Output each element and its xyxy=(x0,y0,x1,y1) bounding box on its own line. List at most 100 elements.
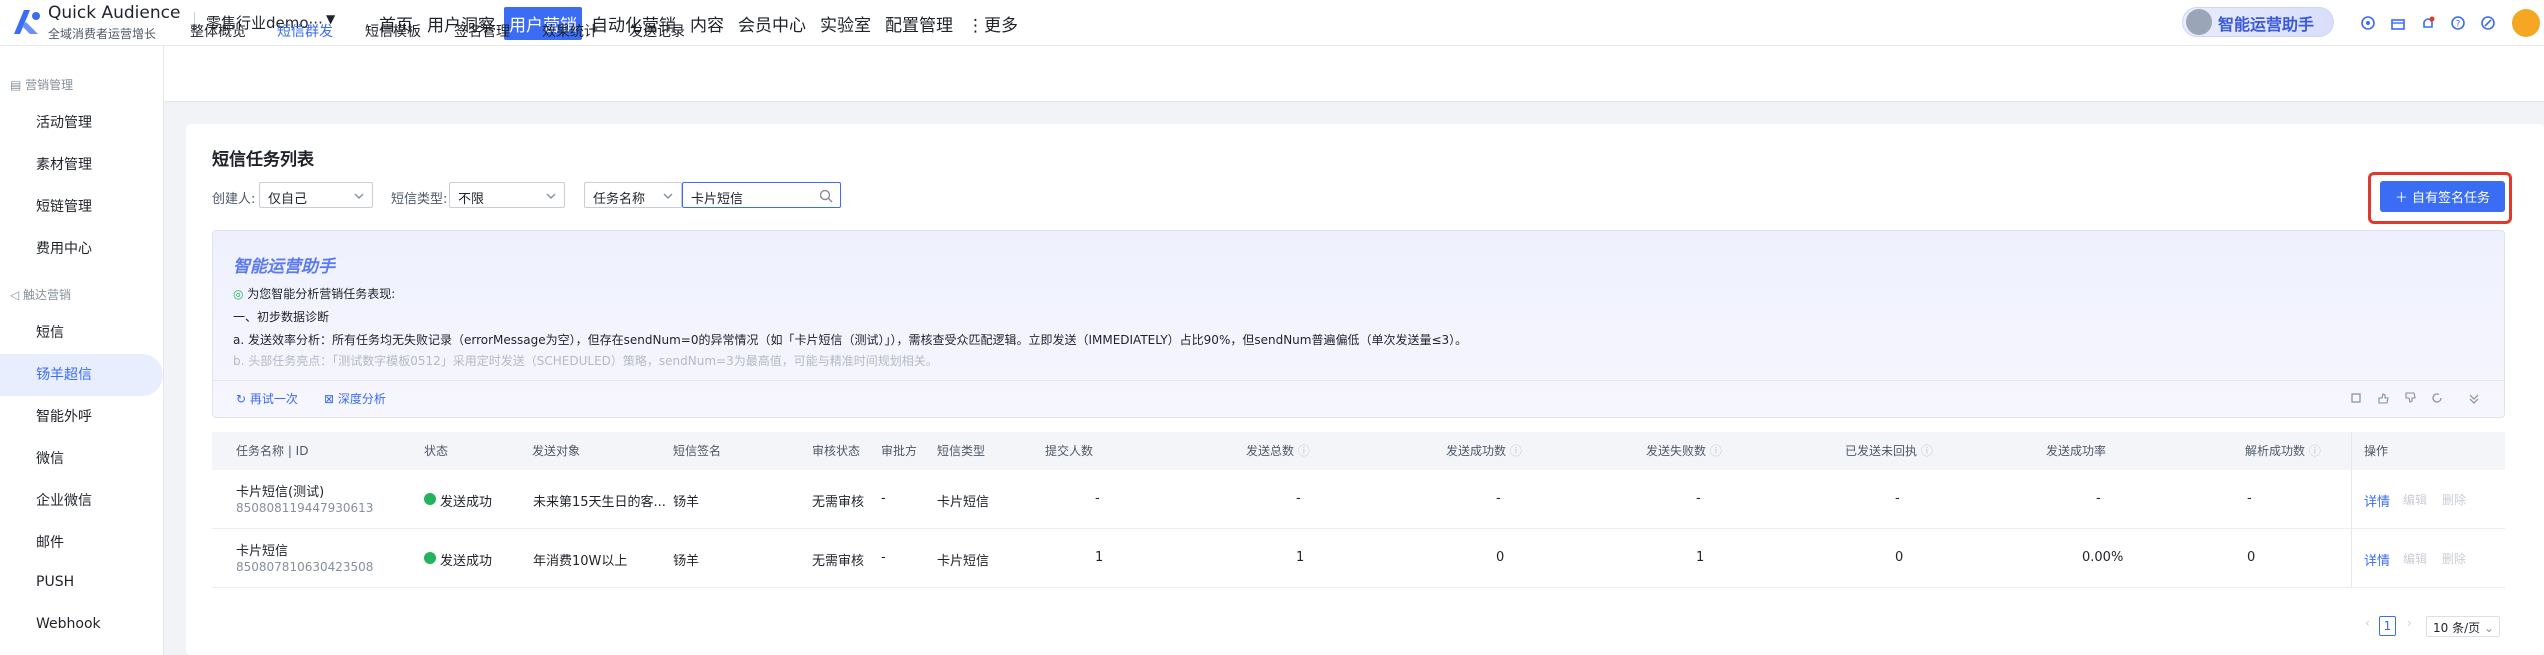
refresh-icon: ↻ xyxy=(236,392,250,406)
col-type: 短信类型 xyxy=(937,444,986,458)
quick-audience-logo[interactable] xyxy=(8,4,46,38)
parsed-count: 0 xyxy=(2247,550,2256,565)
nav-item-member[interactable]: 会员中心 xyxy=(733,7,811,40)
no-receipt-count: 0 xyxy=(1895,550,1904,565)
ai-divider xyxy=(213,380,2504,381)
prev-page-button[interactable]: ‹ xyxy=(2365,616,2370,630)
task-name[interactable]: 卡片短信(测试) xyxy=(236,481,324,500)
svg-text:?: ? xyxy=(2456,20,2461,30)
thumbs-down-icon[interactable] xyxy=(2403,391,2417,405)
success-rate: 0.00% xyxy=(2082,550,2124,565)
check-circle-icon: ◎ xyxy=(233,287,248,301)
total-count: 1 xyxy=(1296,550,1305,565)
page-number[interactable]: 1 xyxy=(2379,616,2396,636)
sidebar-item-push[interactable]: PUSH xyxy=(36,574,74,590)
app-subtitle: 全域消费者运营增长 xyxy=(48,27,157,41)
tab-send-records[interactable]: 发送记录 xyxy=(629,21,685,41)
search-input[interactable]: 卡片短信 xyxy=(682,182,841,208)
thumbs-up-icon[interactable] xyxy=(2376,391,2390,405)
nav-item-lab[interactable]: 实验室 xyxy=(815,7,876,40)
retry-button[interactable]: ↻ 再试一次 xyxy=(236,390,298,407)
collapse-icon[interactable] xyxy=(2467,391,2481,405)
approver-text: - xyxy=(881,550,886,565)
sidebar-item-wechat[interactable]: 微信 xyxy=(36,448,64,468)
info-icon: ⓘ xyxy=(2305,444,2321,458)
target-text: 年消费10W以上 xyxy=(533,554,628,569)
type-select[interactable]: 不限 xyxy=(449,182,565,208)
success-count: 0 xyxy=(1496,550,1505,565)
task-id: 850808119447930613 xyxy=(236,501,374,515)
chevron-down-icon xyxy=(546,193,556,199)
delete-link[interactable]: 删除 xyxy=(2442,491,2466,508)
sidebar-item-webhook[interactable]: Webhook xyxy=(36,616,101,632)
sidebar-item-activity[interactable]: 活动管理 xyxy=(36,112,92,132)
gift-icon[interactable] xyxy=(2388,13,2408,33)
status-text: 发送成功 xyxy=(440,495,493,510)
search-value: 卡片短信 xyxy=(691,192,744,207)
edit-link[interactable]: 编辑 xyxy=(2403,550,2427,567)
type-text: 卡片短信 xyxy=(937,495,990,510)
bell-icon[interactable] xyxy=(2418,13,2438,33)
tab-sms-broadcast[interactable]: 短信群发 xyxy=(277,21,333,41)
help-icon[interactable]: ? xyxy=(2448,13,2468,33)
no-receipt-count: - xyxy=(1895,491,1900,506)
search-field-select[interactable]: 任务名称 xyxy=(584,182,682,208)
edit-link[interactable]: 编辑 xyxy=(2403,491,2427,508)
ai-line-b: b. 头部任务亮点：「测试数字模板0512」采用定时发送（SCHEDULED）策… xyxy=(233,354,938,368)
success-count: - xyxy=(1496,491,1501,506)
parsed-count: - xyxy=(2247,491,2252,506)
tab-overview[interactable]: 整体概览 xyxy=(190,21,246,41)
failed-count: - xyxy=(1696,491,1701,506)
creator-label: 创建人: xyxy=(212,192,256,207)
nav-item-content[interactable]: 内容 xyxy=(685,7,729,40)
creator-value: 仅自己 xyxy=(268,192,308,207)
search-field-value: 任务名称 xyxy=(593,192,646,207)
sidebar-item-super-sms[interactable]: 钖羊超信 xyxy=(36,364,92,384)
search-icon[interactable] xyxy=(818,188,834,204)
sidebar-item-wecom[interactable]: 企业微信 xyxy=(36,490,92,510)
col-status: 状态 xyxy=(424,444,449,458)
tab-signature[interactable]: 签名管理 xyxy=(454,21,510,41)
nav-item-more[interactable]: ⋮更多 xyxy=(962,7,1023,40)
sidebar-item-sms[interactable]: 短信 xyxy=(36,322,64,342)
ai-line-a: a. 发送效率分析：所有任务均无失败记录（errorMessage为空），但存在… xyxy=(233,333,1468,347)
next-page-button[interactable]: › xyxy=(2407,616,2412,630)
tab-effect-stats[interactable]: 效果统计 xyxy=(542,21,598,41)
creator-select[interactable]: 仅自己 xyxy=(259,182,373,208)
page-size-select[interactable]: 10 条/页 ⌄ xyxy=(2426,616,2500,637)
chevron-down-icon xyxy=(354,193,364,199)
task-name[interactable]: 卡片短信 xyxy=(236,540,288,559)
submitted-count: 1 xyxy=(1095,550,1104,565)
col-failed: 发送失败数 ⓘ xyxy=(1646,444,1722,458)
folder-icon: ▤ xyxy=(10,78,26,92)
add-own-signature-task-button[interactable]: ＋ 自有签名任务 xyxy=(2380,181,2505,212)
col-signature: 短信签名 xyxy=(673,444,722,458)
user-avatar[interactable] xyxy=(2512,9,2540,37)
info-icon: ⓘ xyxy=(1506,444,1522,458)
detail-link[interactable]: 详情 xyxy=(2364,491,2390,510)
sidebar-item-shortlink[interactable]: 短链管理 xyxy=(36,196,92,216)
type-text: 卡片短信 xyxy=(937,554,990,569)
sidebar-item-cost[interactable]: 费用中心 xyxy=(36,238,92,258)
delete-link[interactable]: 删除 xyxy=(2442,550,2466,567)
detail-link[interactable]: 详情 xyxy=(2364,550,2390,569)
nav-item-config[interactable]: 配置管理 xyxy=(880,7,958,40)
total-count: - xyxy=(1296,491,1301,506)
sidebar-item-email[interactable]: 邮件 xyxy=(36,532,64,552)
deep-analysis-button[interactable]: ⊠ 深度分析 xyxy=(324,390,386,407)
col-approver: 审批方 xyxy=(881,444,918,458)
refresh-icon[interactable] xyxy=(2430,391,2444,405)
col-parsed: 解析成功数 ⓘ xyxy=(2245,444,2321,458)
support-icon[interactable] xyxy=(2358,13,2378,33)
assistant-avatar xyxy=(2186,9,2212,35)
sidebar-item-smart-call[interactable]: 智能外呼 xyxy=(36,406,92,426)
copy-icon[interactable] xyxy=(2349,391,2363,405)
sidebar-item-materials[interactable]: 素材管理 xyxy=(36,154,92,174)
col-no-receipt: 已发送未回执 ⓘ xyxy=(1845,444,1933,458)
col-rate: 发送成功率 xyxy=(2046,444,2107,458)
success-icon xyxy=(424,493,436,505)
settings-icon[interactable] xyxy=(2478,13,2498,33)
signature-text: 钖羊 xyxy=(673,554,700,569)
fixed-column-divider xyxy=(2351,432,2352,588)
tab-sms-template[interactable]: 短信模板 xyxy=(365,21,421,41)
